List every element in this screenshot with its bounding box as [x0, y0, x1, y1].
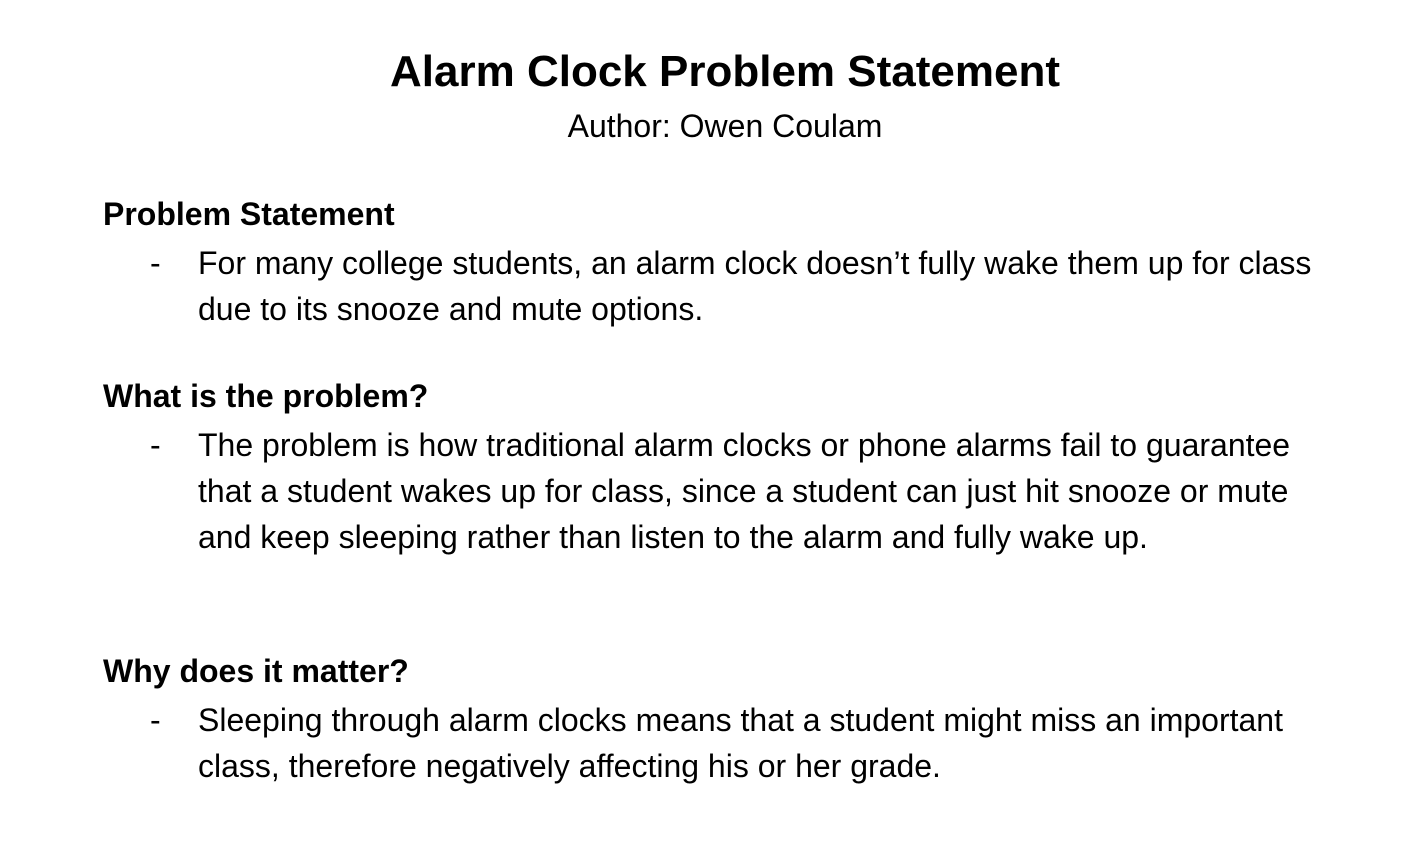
bullet-marker: -	[150, 427, 161, 463]
bullet-item: - For many college students, an alarm cl…	[103, 240, 1363, 332]
bullet-text: The problem is how traditional alarm clo…	[198, 427, 1291, 555]
bullet-text: Sleeping through alarm clocks means that…	[198, 702, 1283, 784]
bullet-marker: -	[150, 702, 161, 738]
bullet-item: - Sleeping through alarm clocks means th…	[103, 697, 1363, 789]
section-heading: Problem Statement	[103, 196, 395, 232]
document-title: Alarm Clock Problem Statement	[390, 47, 1060, 96]
section-problem-statement: Problem Statement - For many college stu…	[103, 194, 1363, 332]
document-author: Author: Owen Coulam	[567, 108, 883, 144]
section-why-does-it-matter: Why does it matter? - Sleeping through a…	[103, 651, 1363, 789]
bullet-text: For many college students, an alarm cloc…	[198, 245, 1312, 327]
bullet-marker: -	[150, 245, 161, 281]
section-heading: Why does it matter?	[103, 653, 409, 689]
bullet-item: - The problem is how traditional alarm c…	[103, 422, 1363, 560]
section-heading: What is the problem?	[103, 378, 429, 414]
section-what-is-the-problem: What is the problem? - The problem is ho…	[103, 376, 1363, 560]
